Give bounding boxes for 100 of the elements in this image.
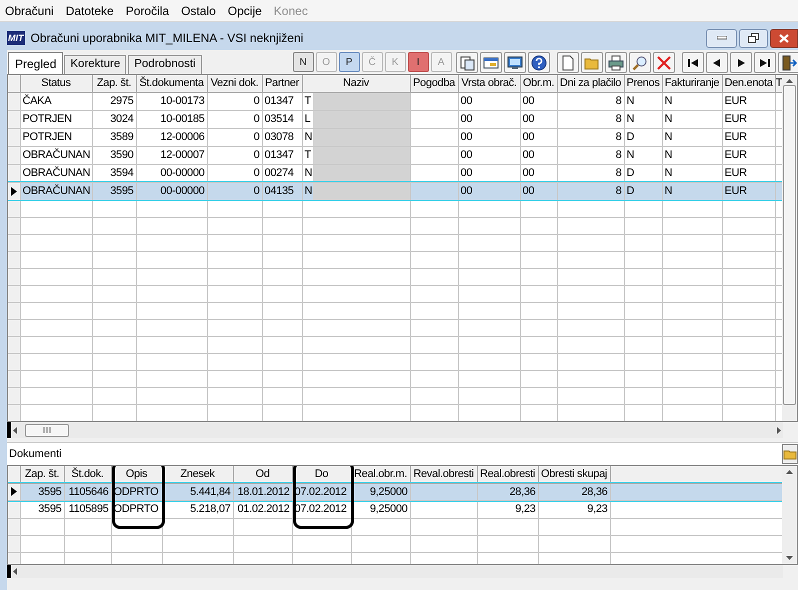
table-cell: D bbox=[624, 182, 662, 200]
table-cell: 1105895 bbox=[64, 500, 111, 518]
table-cell: N bbox=[624, 110, 662, 128]
table-cell: 00 bbox=[520, 146, 557, 164]
table-cell-text: N bbox=[304, 184, 312, 198]
table-cell: 8 bbox=[557, 128, 624, 146]
table-cell-text: T bbox=[304, 94, 312, 108]
table-cell: N bbox=[662, 128, 722, 146]
table-cell: N bbox=[624, 92, 662, 110]
table-cell: N bbox=[662, 92, 722, 110]
table-row[interactable]: POTRJEN 3024 10-00185 0 03514 L 00 00 8 N N EUR bbox=[8, 110, 782, 128]
tab[interactable]: Korekture bbox=[64, 55, 126, 74]
table-cell: 0 bbox=[207, 146, 262, 164]
table-cell: 00 bbox=[520, 92, 557, 110]
menu-item[interactable]: Opcije bbox=[228, 2, 262, 20]
table-cell: 12-00007 bbox=[136, 146, 207, 164]
table-cell: 00 bbox=[520, 128, 557, 146]
table-cell-text: L bbox=[304, 112, 312, 126]
column-header[interactable]: Vrsta obrač. bbox=[458, 75, 520, 92]
table-cell: 0 bbox=[207, 92, 262, 110]
column-header[interactable]: Real.obresti bbox=[477, 466, 538, 483]
filter-button[interactable]: P bbox=[338, 52, 360, 72]
table-cell: 0 bbox=[207, 128, 262, 146]
column-header[interactable]: Status bbox=[20, 75, 92, 92]
column-header[interactable]: Št.dok. bbox=[64, 466, 111, 483]
tab[interactable]: Podrobnosti bbox=[128, 55, 202, 74]
table-cell: 5.441,84 bbox=[162, 483, 233, 500]
table-cell: N bbox=[624, 146, 662, 164]
table-cell: 9,23 bbox=[477, 500, 538, 518]
column-header[interactable]: Fakturiranje bbox=[662, 75, 722, 92]
column-header[interactable]: Prenos bbox=[624, 75, 662, 92]
table-cell: 0 bbox=[207, 182, 262, 200]
table-cell: N bbox=[662, 146, 722, 164]
table-cell: 3589 bbox=[92, 128, 136, 146]
column-header[interactable]: Dni za plačilo bbox=[557, 75, 624, 92]
table-cell: 3595 bbox=[20, 483, 64, 500]
column-header[interactable]: Od bbox=[233, 466, 292, 483]
table-cell: 00-00000 bbox=[136, 182, 207, 200]
selected-row[interactable]: OBRAČUNAN 3595 00-00000 0 04135 N 00 00 8 D N EUR bbox=[8, 182, 782, 200]
table-cell: 01.02.2012 bbox=[233, 500, 292, 518]
table-cell: EUR bbox=[722, 110, 775, 128]
table-cell: 10-00173 bbox=[136, 92, 207, 110]
table-cell: 1105646 bbox=[64, 483, 111, 500]
selected-row[interactable]: 3595 1105646 ODPRTO 5.441,84 18.01.2012 07.02.2012 9,25000 28,36 28,36 bbox=[8, 483, 782, 500]
table-cell: 00 bbox=[458, 110, 520, 128]
filter-button[interactable]: I bbox=[408, 52, 429, 72]
table-cell: 10-00185 bbox=[136, 110, 207, 128]
table-cell: EUR bbox=[722, 92, 775, 110]
table-cell: 3024 bbox=[92, 110, 136, 128]
table-row[interactable]: OBRAČUNAN 3590 12-00007 0 01347 T 00 00 8 N N EUR bbox=[8, 146, 782, 164]
table-cell: 12-00006 bbox=[136, 128, 207, 146]
table-cell-text: N bbox=[304, 130, 312, 144]
table-cell: N bbox=[662, 182, 722, 200]
table-cell: 00 bbox=[458, 182, 520, 200]
column-header[interactable]: Znesek bbox=[162, 466, 233, 483]
table-cell: 3590 bbox=[92, 146, 136, 164]
column-header[interactable]: Partner bbox=[262, 75, 302, 92]
table-cell: EUR bbox=[722, 182, 775, 200]
column-header[interactable]: Vezni dok. bbox=[207, 75, 262, 92]
section-title: Dokumenti bbox=[8, 446, 62, 462]
column-header[interactable]: Pogodba bbox=[410, 75, 458, 92]
column-header[interactable]: Obr.m. bbox=[520, 75, 557, 92]
filter-button[interactable]: N bbox=[292, 52, 314, 72]
table-cell: 00 bbox=[458, 128, 520, 146]
table-cell-text: T bbox=[304, 148, 312, 162]
table-cell: 00 bbox=[458, 146, 520, 164]
table-cell: 00 bbox=[520, 110, 557, 128]
table-cell: 03078 bbox=[262, 128, 302, 146]
table-cell: 04135 bbox=[262, 182, 302, 200]
table-cell: 3595 bbox=[92, 182, 136, 200]
table-cell: 01347 bbox=[262, 146, 302, 164]
table-row[interactable]: ČAKA 2975 10-00173 0 01347 T 00 00 8 N N EUR bbox=[8, 92, 782, 110]
table-cell: POTRJEN bbox=[20, 128, 92, 146]
table-cell: 07.02.2012 bbox=[292, 483, 351, 500]
table-row[interactable]: POTRJEN 3589 12-00006 0 03078 N 00 00 8 D N EUR bbox=[8, 128, 782, 146]
table-cell: 00 bbox=[520, 182, 557, 200]
menu-item[interactable]: Poročila bbox=[126, 2, 170, 20]
column-header[interactable]: Naziv bbox=[302, 75, 410, 92]
app-logo: MIT bbox=[7, 31, 24, 45]
table-cell: ODPRTO bbox=[111, 483, 162, 500]
column-header[interactable]: Reval.obresti bbox=[410, 466, 477, 483]
column-header[interactable]: Obresti skupaj bbox=[538, 466, 610, 483]
column-header[interactable]: Zap. št. bbox=[92, 75, 136, 92]
table-cell: OBRAČUNAN bbox=[20, 182, 92, 200]
menu-item[interactable]: Datoteke bbox=[66, 2, 114, 20]
column-header[interactable]: Zap. št. bbox=[20, 466, 64, 483]
table-cell: 9,25000 bbox=[351, 483, 410, 500]
table-cell: D bbox=[624, 128, 662, 146]
table-cell: 01347 bbox=[262, 92, 302, 110]
table-cell: 18.01.2012 bbox=[233, 483, 292, 500]
table-cell: 28,36 bbox=[477, 483, 538, 500]
tab[interactable]: Pregled bbox=[8, 52, 64, 74]
table-cell-text: N bbox=[304, 166, 312, 180]
menu-item[interactable]: Ostalo bbox=[181, 2, 216, 20]
table-cell: 5.218,07 bbox=[162, 500, 233, 518]
table-cell: 8 bbox=[557, 92, 624, 110]
table-cell: 03514 bbox=[262, 110, 302, 128]
column-header[interactable]: Št.dokumenta bbox=[136, 75, 207, 92]
menu-item[interactable]: Obračuni bbox=[5, 2, 54, 20]
column-header[interactable]: Den.enota bbox=[722, 75, 775, 92]
